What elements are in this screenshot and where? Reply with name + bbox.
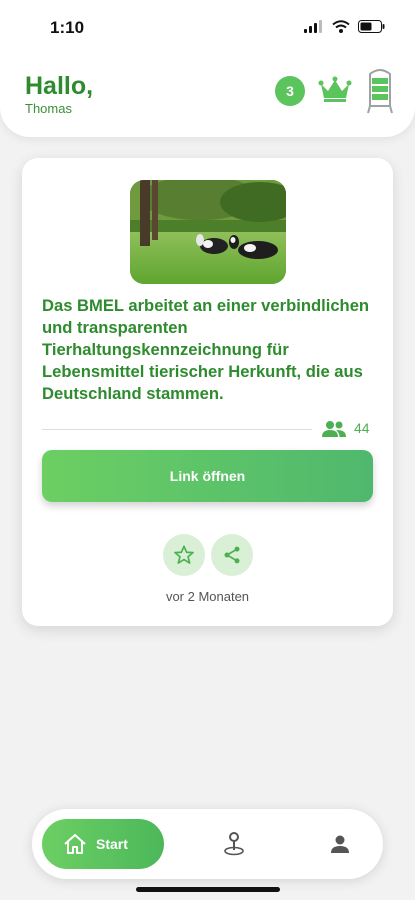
notification-badge[interactable]: 3 xyxy=(275,76,305,106)
status-time: 1:10 xyxy=(50,18,85,37)
open-link-button[interactable]: Link öffnen xyxy=(42,450,373,502)
person-icon[interactable] xyxy=(329,833,351,855)
map-pin-icon[interactable] xyxy=(222,831,246,857)
battery-icon xyxy=(358,20,385,33)
greeting-title: Hallo, xyxy=(25,72,94,100)
share-icon xyxy=(224,546,240,564)
crown-icon[interactable] xyxy=(318,76,352,104)
divider xyxy=(42,429,312,430)
home-indicator xyxy=(136,887,280,892)
wifi-icon xyxy=(332,20,350,33)
share-button[interactable] xyxy=(211,534,253,576)
status-bar: 1:10 xyxy=(0,0,415,52)
bottom-navigation: Start xyxy=(32,809,383,879)
people-icon xyxy=(322,421,346,437)
favorite-button[interactable] xyxy=(163,534,205,576)
cows-in-meadow-image xyxy=(130,180,286,284)
viewer-count: 44 xyxy=(354,420,370,436)
post-timestamp: vor 2 Monaten xyxy=(165,589,250,604)
silo-icon[interactable] xyxy=(366,66,394,114)
username-label: Thomas xyxy=(25,101,72,116)
status-icons xyxy=(304,20,385,33)
home-icon xyxy=(64,834,86,854)
cellular-signal-icon xyxy=(304,20,322,33)
star-icon xyxy=(174,545,194,564)
nav-item-start-label: Start xyxy=(96,836,128,852)
nav-item-start[interactable]: Start xyxy=(42,819,164,869)
news-card: Das BMEL arbeitet an einer verbindlichen… xyxy=(22,158,393,626)
post-headline: Das BMEL arbeitet an einer verbindlichen… xyxy=(42,296,370,403)
